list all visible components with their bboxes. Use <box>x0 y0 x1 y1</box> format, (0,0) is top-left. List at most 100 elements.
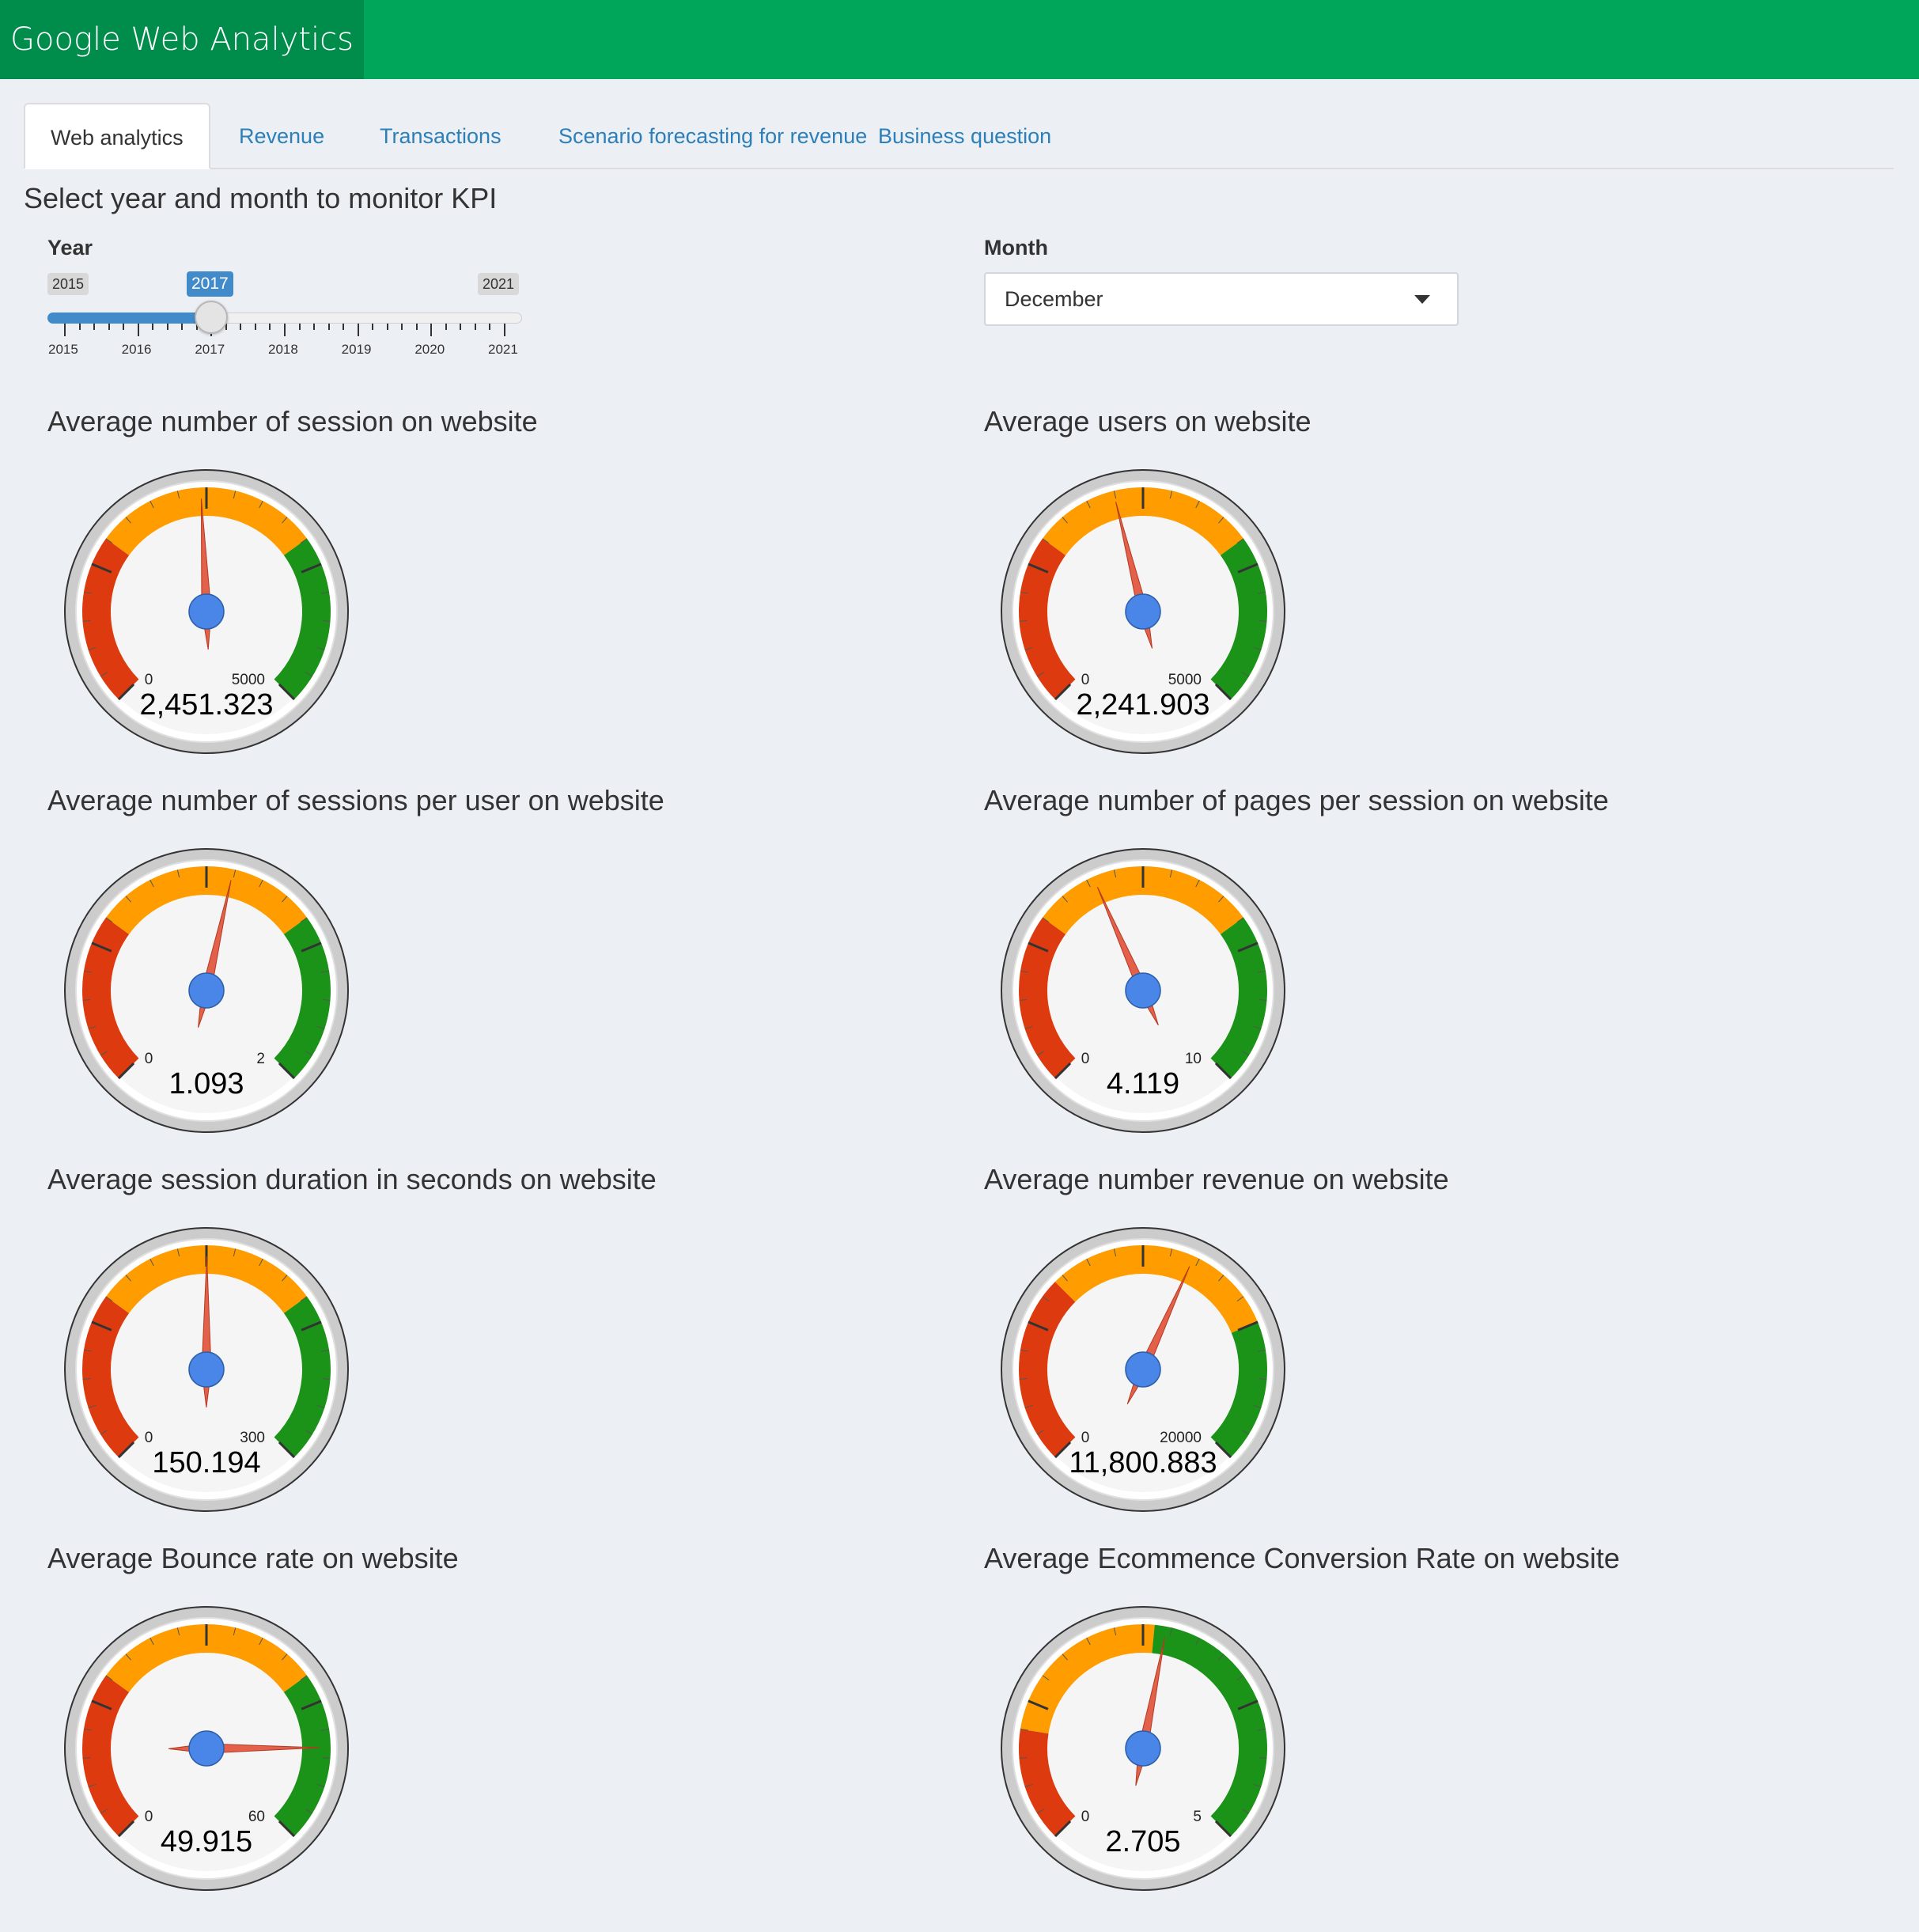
tab-scenario-forecasting[interactable]: Scenario forecasting for revenue <box>533 103 892 168</box>
year-slider-major-tick <box>284 324 286 336</box>
gauge-hub <box>1125 1730 1161 1767</box>
year-slider-minor-tick <box>460 324 462 330</box>
gauge-title-bounce-rate: Average Bounce rate on website <box>47 1542 459 1574</box>
gauge-min-label: 0 <box>145 1809 153 1825</box>
gauge-conversion-rate: 0 5 2.705 <box>1001 1606 1285 1891</box>
gauge-value-label: 49.915 <box>161 1825 252 1858</box>
year-slider-minor-tick <box>372 324 374 330</box>
gauge-max-label: 2 <box>256 1051 265 1067</box>
year-slider-tick-label: 2021 <box>488 342 518 357</box>
gauge-hub <box>1125 1351 1161 1388</box>
gauge-max-label: 5000 <box>1168 672 1202 688</box>
month-select[interactable]: December <box>984 272 1459 326</box>
gauge-title-users: Average users on website <box>984 405 1312 438</box>
year-slider-minor-tick <box>181 324 184 330</box>
year-slider-tick-label: 2015 <box>48 342 78 357</box>
gauge-max-label: 20000 <box>1160 1430 1202 1446</box>
gauge-sessions: 0 50002,451.323 <box>64 469 349 754</box>
gauge-hub <box>188 1730 225 1767</box>
gauge-hub <box>188 593 225 630</box>
year-slider-major-tick <box>357 324 359 336</box>
month-label: Month <box>984 236 1048 259</box>
gauge-min-label: 0 <box>145 672 153 688</box>
gauge-min-label: 0 <box>1081 672 1090 688</box>
gauge-value-label: 2.705 <box>1105 1825 1180 1858</box>
year-slider-minor-tick <box>327 324 330 330</box>
gauge-value-label: 4.119 <box>1107 1067 1179 1100</box>
gauge-min-label: 0 <box>145 1051 153 1067</box>
year-slider-tick-label: 2017 <box>195 342 225 357</box>
year-selected-label: 2017 <box>187 271 233 297</box>
year-slider-minor-tick <box>401 324 403 330</box>
gauge-value-label: 2,451.323 <box>139 688 273 722</box>
gauge-title-pages-per-session: Average number of pages per session on w… <box>984 784 1609 816</box>
gauge-hub <box>1125 972 1161 1009</box>
year-slider-minor-tick <box>240 324 242 330</box>
gauge-value-label: 1.093 <box>168 1067 244 1100</box>
gauge-hub <box>188 1351 225 1388</box>
gauge-value-label: 150.194 <box>152 1446 260 1479</box>
year-slider-minor-tick <box>489 324 491 330</box>
tab-business-question[interactable]: Business question <box>853 103 1077 168</box>
top-header-bar: Google Web Analytics <box>0 0 1919 79</box>
month-select-value: December <box>1005 287 1103 311</box>
gauge-value-label: 11,800.883 <box>1069 1446 1217 1479</box>
gauge-max-label: 60 <box>248 1809 265 1825</box>
year-slider-major-tick <box>504 324 505 336</box>
gauge-title-sessions: Average number of session on website <box>47 405 538 438</box>
gauge-min-label: 0 <box>145 1430 153 1446</box>
app-title[interactable]: Google Web Analytics <box>0 0 364 79</box>
year-slider-minor-tick <box>313 324 316 330</box>
year-max-label: 2021 <box>478 273 520 295</box>
year-slider-minor-tick <box>415 324 418 330</box>
gauge-value-label: 2,241.903 <box>1076 688 1209 722</box>
year-slider-minor-tick <box>123 324 125 330</box>
gauge-max-label: 10 <box>1185 1051 1202 1067</box>
gauge-title-revenue: Average number revenue on website <box>984 1163 1449 1195</box>
gauge-session-duration: 0 300150.194 <box>64 1227 349 1512</box>
tab-transactions[interactable]: Transactions <box>354 103 527 168</box>
year-slider-minor-tick <box>93 324 96 330</box>
tab-revenue[interactable]: Revenue <box>214 103 350 168</box>
year-slider-minor-tick <box>254 324 256 330</box>
year-slider-major-tick <box>430 324 433 336</box>
gauge-revenue: 0 2000011,800.883 <box>1001 1227 1285 1512</box>
year-label: Year <box>47 236 93 259</box>
gauge-pages-per-session: 0 10 4.119 <box>1001 848 1285 1133</box>
caret-down-icon <box>1414 295 1430 304</box>
year-slider-major-tick <box>137 324 139 336</box>
gauge-title-session-duration: Average session duration in seconds on w… <box>47 1163 657 1195</box>
year-slider-minor-tick <box>152 324 154 330</box>
year-min-label: 2015 <box>47 273 89 295</box>
year-slider-tick-label: 2020 <box>414 342 445 357</box>
gauge-max-label: 5 <box>1193 1809 1202 1825</box>
year-slider-minor-tick <box>78 324 81 330</box>
year-slider-handle[interactable] <box>195 301 229 334</box>
year-slider-minor-tick <box>343 324 345 330</box>
year-slider-minor-tick <box>445 324 447 330</box>
year-slider-fill <box>47 313 212 324</box>
gauge-max-label: 300 <box>240 1430 265 1446</box>
tab-web-analytics[interactable]: Web analytics <box>24 103 210 169</box>
gauge-bounce-rate: 0 6049.915 <box>64 1606 349 1891</box>
year-slider-tick-label: 2016 <box>121 342 152 357</box>
year-slider-tick-label: 2018 <box>268 342 298 357</box>
gauge-max-label: 5000 <box>232 672 265 688</box>
gauge-title-sessions-per-user: Average number of sessions per user on w… <box>47 784 664 816</box>
year-slider-tick-label: 2019 <box>341 342 372 357</box>
gauge-hub <box>188 972 225 1009</box>
year-slider-major-tick <box>64 324 66 336</box>
gauge-hub <box>1125 593 1161 630</box>
gauge-title-conversion-rate: Average Ecommence Conversion Rate on web… <box>984 1542 1620 1574</box>
year-slider-minor-tick <box>298 324 301 330</box>
year-slider-minor-tick <box>386 324 388 330</box>
gauge-min-label: 0 <box>1081 1051 1090 1067</box>
gauge-users: 0 50002,241.903 <box>1001 469 1285 754</box>
year-slider-minor-tick <box>166 324 168 330</box>
controls-heading: Select year and month to monitor KPI <box>24 182 498 214</box>
gauge-sessions-per-user: 0 2 1.093 <box>64 848 349 1133</box>
gauge-min-label: 0 <box>1081 1430 1090 1446</box>
tab-bar: Web analytics Revenue Transactions Scena… <box>24 103 1894 169</box>
year-slider-minor-tick <box>474 324 476 330</box>
year-slider-minor-tick <box>269 324 271 330</box>
